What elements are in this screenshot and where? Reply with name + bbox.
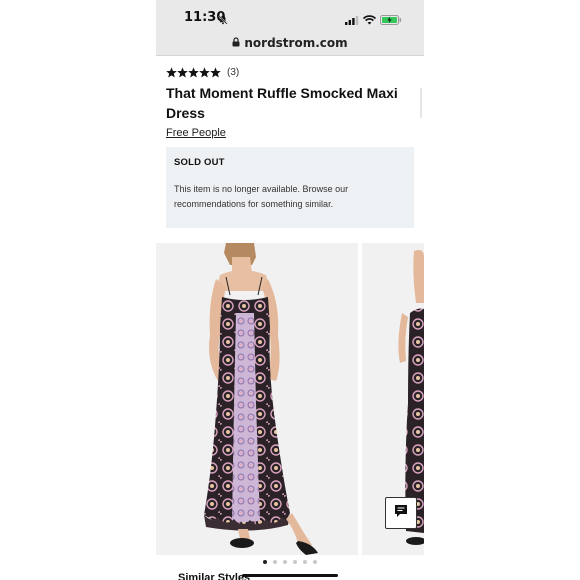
carousel-dot[interactable] — [313, 560, 317, 564]
bell-slash-icon — [218, 12, 228, 30]
product-image-main[interactable] — [156, 243, 358, 555]
star-icon — [188, 66, 199, 77]
carousel-dots — [156, 560, 424, 564]
sold-out-notice: SOLD OUT This item is no longer availabl… — [166, 147, 414, 228]
phone-screen: 11:30 nordstrom.com (3) That Moment Ruff… — [156, 0, 424, 580]
url-text: nordstrom.com — [244, 35, 348, 50]
home-indicator[interactable] — [242, 574, 338, 577]
brand-link[interactable]: Free People — [166, 127, 226, 139]
lock-icon — [232, 34, 240, 52]
star-icon — [166, 66, 177, 77]
similar-styles-heading: Similar Styles — [178, 572, 251, 580]
carousel-dot[interactable] — [263, 560, 267, 564]
star-rating — [166, 66, 221, 78]
rating-row[interactable]: (3) — [166, 64, 414, 80]
product-header: (3) That Moment Ruffle Smocked Maxi Dres… — [166, 64, 414, 141]
chat-button[interactable] — [385, 497, 417, 529]
star-icon — [199, 66, 210, 77]
sold-out-message: This item is no longer available. Browse… — [174, 184, 349, 209]
review-count[interactable]: (3) — [227, 67, 239, 78]
carousel-dot[interactable] — [303, 560, 307, 564]
status-icons — [345, 12, 402, 30]
sold-out-label: SOLD OUT — [174, 157, 225, 168]
product-image-carousel[interactable] — [156, 243, 424, 555]
battery-charging-icon — [380, 12, 402, 30]
status-bar: 11:30 — [156, 0, 424, 30]
carousel-dot[interactable] — [283, 560, 287, 564]
signal-icon — [345, 12, 359, 30]
star-icon — [210, 66, 221, 77]
wifi-icon — [362, 12, 377, 30]
star-icon — [177, 66, 188, 77]
product-title: That Moment Ruffle Smocked Maxi Dress — [166, 85, 398, 121]
carousel-dot[interactable] — [273, 560, 277, 564]
scroll-indicator — [420, 88, 422, 118]
carousel-dot[interactable] — [293, 560, 297, 564]
address-bar[interactable]: nordstrom.com — [156, 30, 424, 56]
chat-bubble-icon — [394, 504, 408, 523]
